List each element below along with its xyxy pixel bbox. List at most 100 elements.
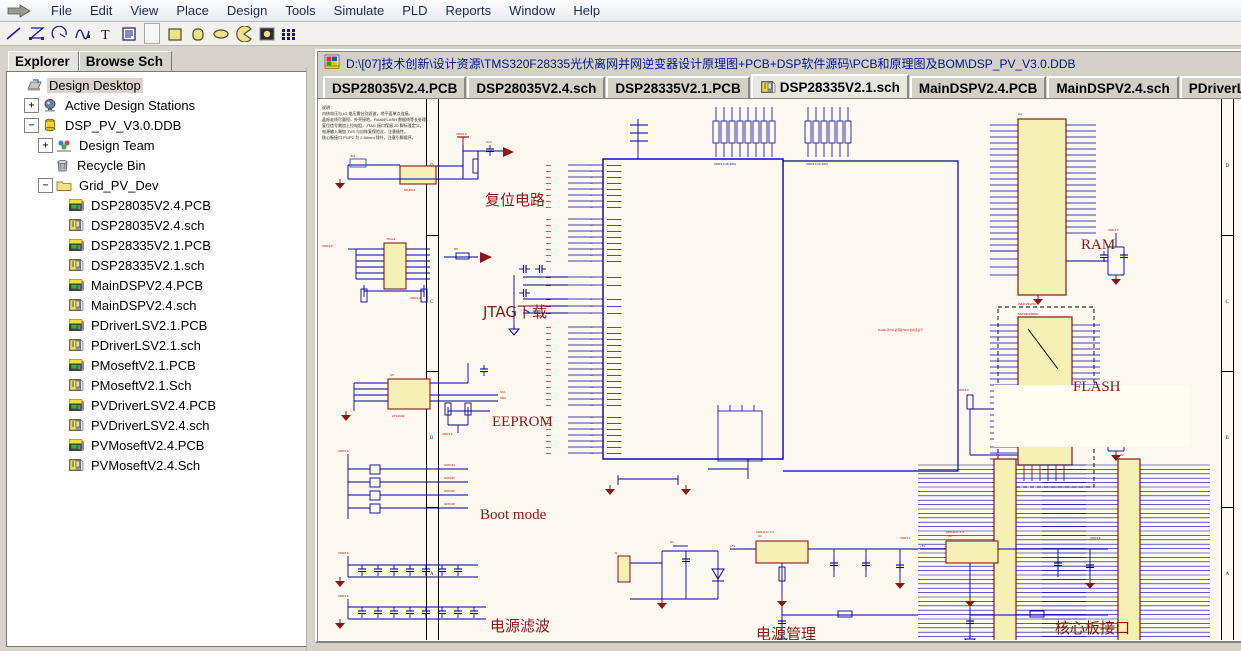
tree-item[interactable]: PMoseftV2.1.PCB xyxy=(10,355,308,375)
recycle-bin-icon xyxy=(54,158,71,173)
menu-tools[interactable]: Tools xyxy=(276,1,324,20)
tree-item[interactable]: DSP28035V2.4.PCB xyxy=(10,195,308,215)
document-tab[interactable]: MainDSPV2.4.sch xyxy=(1047,76,1179,98)
svg-text:▬▬: ▬▬ xyxy=(546,404,551,407)
menu-design[interactable]: Design xyxy=(218,1,276,20)
svg-text:▬▬▬▬▬▬: ▬▬▬▬▬▬ xyxy=(607,230,622,233)
tree-item[interactable]: Recycle Bin xyxy=(10,155,308,175)
drawing-toolbar: T xyxy=(0,22,1241,46)
tree-item-label: DSP28035V2.4.sch xyxy=(91,217,205,233)
menu-help[interactable]: Help xyxy=(564,1,609,20)
svg-text:▬▬: ▬▬ xyxy=(546,344,551,347)
tree-item[interactable]: PVDriverLSV2.4.PCB xyxy=(10,395,308,415)
menu-edit[interactable]: Edit xyxy=(81,1,121,20)
pcb-file-icon xyxy=(68,318,85,333)
svg-text:VDD3.3: VDD3.3 xyxy=(322,244,333,248)
ellipse-icon[interactable] xyxy=(210,23,232,44)
svg-text:▬▬: ▬▬ xyxy=(546,206,551,209)
svg-text:▬▬▬▬▬▬: ▬▬▬▬▬▬ xyxy=(607,446,622,449)
pcb-file-icon xyxy=(68,198,85,213)
tree-item[interactable]: MainDSPV2.4.PCB xyxy=(10,275,308,295)
menu-simulate[interactable]: Simulate xyxy=(325,1,394,20)
place-image-icon[interactable] xyxy=(256,23,278,44)
svg-text:▬▬▬▬▬▬: ▬▬▬▬▬▬ xyxy=(607,380,622,383)
expand-icon[interactable]: + xyxy=(38,137,53,153)
document-tab[interactable]: DSP28035V2.4.sch xyxy=(467,76,606,98)
tree-item-label: DSP_PV_V3.0.DDB xyxy=(65,117,182,133)
tree-item[interactable]: DSP28335V2.1.PCB xyxy=(10,235,308,255)
menu-file[interactable]: File xyxy=(42,1,81,20)
svg-text:▬▬▬▬▬▬: ▬▬▬▬▬▬ xyxy=(607,404,622,407)
svg-text:R8: R8 xyxy=(454,247,458,251)
draw-arc-icon[interactable] xyxy=(49,23,71,44)
tree-item-label: PMoseftV2.1.PCB xyxy=(91,357,196,373)
svg-text:▬▬▬▬▬▬: ▬▬▬▬▬▬ xyxy=(607,218,622,221)
svg-text:▬▬▬▬▬▬: ▬▬▬▬▬▬ xyxy=(607,200,622,203)
tree-item[interactable]: DSP28335V2.1.sch xyxy=(10,255,308,275)
tree-item[interactable]: DSP28035V2.4.sch xyxy=(10,215,308,235)
place-text-icon[interactable]: T xyxy=(95,23,117,44)
menu-view[interactable]: View xyxy=(121,1,167,20)
schematic-sheet: DCBA DCBA xyxy=(318,99,1241,640)
tree-item-label: PMoseftV2.1.Sch xyxy=(91,377,192,393)
svg-text:+5V: +5V xyxy=(920,544,925,548)
tree-item-label: DSP28335V2.1.sch xyxy=(91,257,205,273)
left-panel-scrollbar[interactable] xyxy=(306,68,313,651)
document-tab[interactable]: DSP28035V2.4.PCB xyxy=(323,76,467,98)
expand-icon[interactable]: + xyxy=(24,97,39,113)
tree-item-label: PVMoseftV2.4.Sch xyxy=(91,457,201,473)
document-tab[interactable]: DSP28335V2.1.sch xyxy=(750,74,909,98)
draw-line-icon[interactable] xyxy=(3,23,25,44)
collapse-icon[interactable]: − xyxy=(24,117,39,133)
svg-text:▬▬▬▬▬▬: ▬▬▬▬▬▬ xyxy=(607,326,622,329)
document-tab[interactable]: PDriverLSV2 xyxy=(1179,76,1241,98)
draw-curve-icon[interactable] xyxy=(72,23,94,44)
rounded-rectangle-icon[interactable] xyxy=(187,23,209,44)
tree-item[interactable]: PDriverLSV2.1.PCB xyxy=(10,315,308,335)
svg-text:JTAG1: JTAG1 xyxy=(386,237,395,241)
tree-item[interactable]: Design Desktop xyxy=(10,75,308,95)
tree-item-label: MainDSPV2.4.sch xyxy=(91,297,197,313)
panel-tab-browse-sch[interactable]: Browse Sch xyxy=(78,51,173,71)
svg-text:VDD3.3: VDD3.3 xyxy=(338,551,349,555)
design-explorer-tree[interactable]: Design Desktop + Active Design Stations − DS… xyxy=(6,71,308,647)
place-text-frame-icon[interactable] xyxy=(118,23,140,44)
schematic-canvas[interactable]: DCBA DCBA xyxy=(318,98,1241,640)
tree-item[interactable]: − Grid_PV_Dev xyxy=(10,175,308,195)
place-array-icon[interactable] xyxy=(279,23,301,44)
svg-text:J1: J1 xyxy=(614,551,618,555)
document-tab[interactable]: MainDSPV2.4.PCB xyxy=(909,76,1047,98)
svg-text:U1: U1 xyxy=(758,534,762,538)
tree-item[interactable]: PVMoseftV2.4.PCB xyxy=(10,435,308,455)
svg-text:U5: U5 xyxy=(390,373,394,377)
tree-item[interactable]: − DSP_PV_V3.0.DDB xyxy=(10,115,308,135)
tree-item[interactable]: PVDriverLSV2.4.sch xyxy=(10,415,308,435)
design-team-icon xyxy=(56,138,73,153)
document-tab[interactable]: DSP28335V2.1.PCB xyxy=(606,76,750,98)
svg-text:▬▬▬▬▬▬: ▬▬▬▬▬▬ xyxy=(607,416,622,419)
collapse-icon[interactable]: − xyxy=(38,177,53,193)
crystal-and-pullups-group: VDD3.3 (8×10K) VDD3.3 (6×10K) xyxy=(630,107,959,472)
svg-text:JP1: JP1 xyxy=(350,154,356,158)
svg-text:▬▬▬▬▬▬: ▬▬▬▬▬▬ xyxy=(607,332,622,335)
svg-text:▬▬: ▬▬ xyxy=(546,386,551,389)
menu-reports[interactable]: Reports xyxy=(437,1,501,20)
pie-chart-icon[interactable] xyxy=(233,23,255,44)
panel-tab-explorer[interactable]: Explorer xyxy=(8,51,79,71)
color-field-icon[interactable] xyxy=(144,23,160,44)
tree-item[interactable]: PDriverLSV2.1.sch xyxy=(10,335,308,355)
draw-polygon-icon[interactable] xyxy=(26,23,48,44)
svg-text:▬▬: ▬▬ xyxy=(546,362,551,365)
svg-text:▬▬: ▬▬ xyxy=(546,170,551,173)
tree-item[interactable]: PVMoseftV2.4.Sch xyxy=(10,455,308,475)
menu-place[interactable]: Place xyxy=(167,1,218,20)
rectangle-icon[interactable] xyxy=(164,23,186,44)
menu-window[interactable]: Window xyxy=(500,1,564,20)
tree-item[interactable]: + Design Team xyxy=(10,135,308,155)
tree-item[interactable]: + Active Design Stations xyxy=(10,95,308,115)
svg-text:▬▬: ▬▬ xyxy=(546,350,551,353)
menu-pld[interactable]: PLD xyxy=(393,1,436,20)
tree-item[interactable]: PMoseftV2.1.Sch xyxy=(10,375,308,395)
tree-item[interactable]: MainDSPV2.4.sch xyxy=(10,295,308,315)
svg-text:C14: C14 xyxy=(486,140,492,144)
